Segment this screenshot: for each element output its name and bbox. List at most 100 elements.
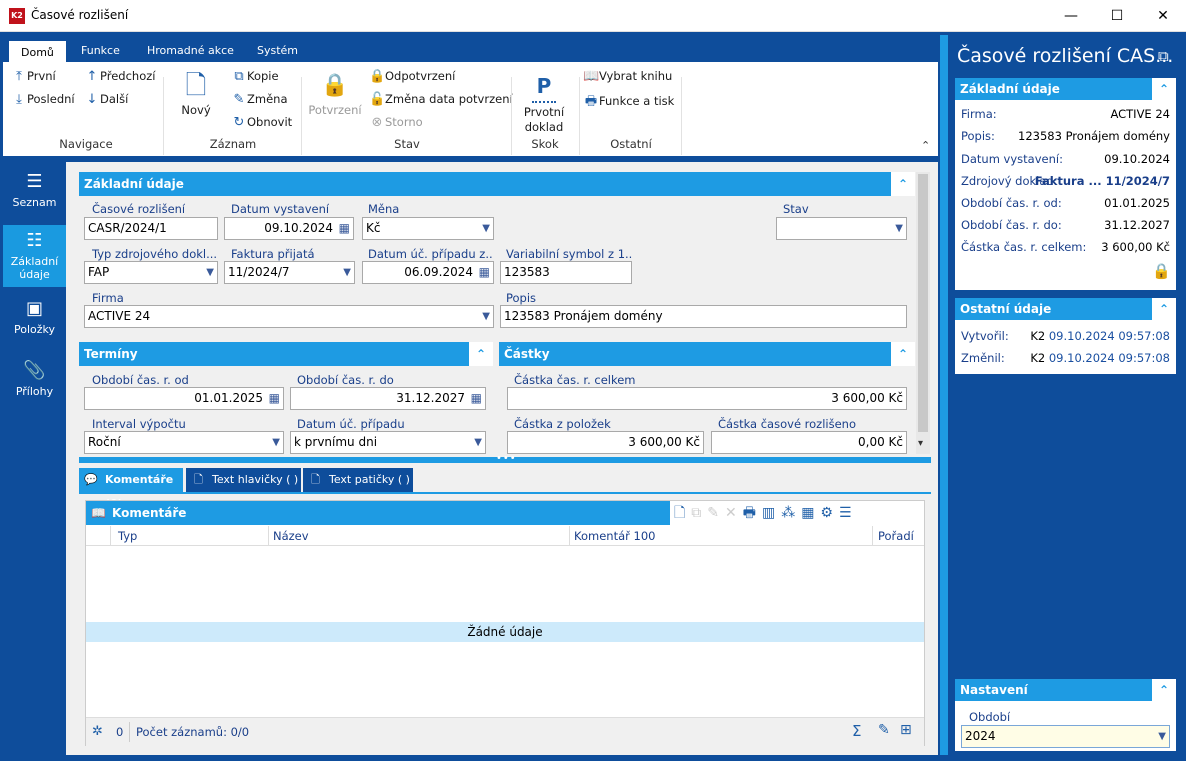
maximize-button[interactable]: ☐: [1094, 0, 1140, 32]
dropdown-icon[interactable]: ▼: [474, 432, 482, 453]
storno-button[interactable]: ⊗ Storno: [369, 115, 423, 130]
collapse-rp-other-icon[interactable]: ⌃: [1152, 298, 1176, 320]
dropdown-icon[interactable]: ▼: [895, 218, 903, 239]
nav-item-zakladni-udaje[interactable]: ☷ Základní údaje: [3, 225, 66, 287]
column-poradi[interactable]: Pořadí: [878, 529, 914, 543]
refresh-button[interactable]: ↻ Obnovit: [231, 115, 293, 130]
scrollbar-thumb[interactable]: [918, 174, 928, 432]
open-external-icon[interactable]: ⧉: [1158, 47, 1169, 65]
last-button[interactable]: ⤓ Poslední: [11, 92, 74, 107]
scroll-down-icon[interactable]: ▾: [918, 438, 923, 449]
row-selector-column: [86, 526, 111, 546]
datum-uc-select[interactable]: k prvnímu dni ▼: [290, 431, 486, 454]
dropdown-icon[interactable]: ▼: [206, 262, 214, 283]
unconfirm-button[interactable]: 🔒Odpotvrzení: [369, 69, 455, 84]
collapse-terminy-icon[interactable]: ⌃: [469, 342, 493, 366]
castka-rozliseno-field[interactable]: 0,00 Kč: [711, 431, 907, 454]
columns-icon[interactable]: ▦: [801, 505, 820, 521]
new-button[interactable]: 🗋 Nový: [173, 69, 219, 117]
interval-select[interactable]: Roční ▼: [84, 431, 284, 454]
chart-icon[interactable]: ▥: [762, 505, 781, 521]
castka-celkem-field[interactable]: 3 600,00 Kč: [507, 387, 907, 410]
collapse-basic-icon[interactable]: ⌃: [891, 172, 915, 196]
subtab-komentare[interactable]: 💬 Komentáře (0): [79, 468, 183, 510]
copy-icon[interactable]: ⧉: [691, 505, 707, 521]
casove-rozliseni-field[interactable]: CASR/2024/1: [84, 217, 218, 240]
tab-funkce[interactable]: Funkce: [69, 39, 132, 62]
left-navigation: ☰ Seznam ☷ Základní údaje ▣ Položky 📎 Př…: [3, 162, 66, 755]
nav-item-seznam[interactable]: ☰ Seznam: [3, 162, 66, 224]
popis-field[interactable]: 123583 Pronájem domény: [500, 305, 907, 328]
first-button[interactable]: ⤒ První: [11, 69, 56, 84]
change-button[interactable]: ✎ Změna: [231, 92, 288, 107]
dropdown-icon[interactable]: ▼: [343, 262, 351, 283]
castka-z-polozek-field[interactable]: 3 600,00 Kč: [507, 431, 704, 454]
previous-button[interactable]: ↑ Předchozí: [84, 69, 156, 84]
dropdown-icon[interactable]: ▼: [482, 218, 490, 239]
edit-icon[interactable]: ✎: [707, 505, 725, 521]
sum-icon[interactable]: Σ: [852, 722, 861, 740]
collapse-rp-basic-icon[interactable]: ⌃: [1152, 78, 1176, 100]
menu-icon[interactable]: ☰: [839, 505, 858, 521]
copy-button[interactable]: ⧉ Kopie: [231, 69, 278, 84]
new-icon[interactable]: 🗋: [674, 505, 691, 521]
add-record-icon[interactable]: ⊞: [900, 722, 912, 738]
subtab-text-paticky[interactable]: 🗋 Text patičky ( ): [303, 468, 413, 492]
panel-splitter[interactable]: [940, 35, 948, 755]
form-scrollbar[interactable]: ▾: [916, 172, 930, 454]
tab-domu[interactable]: Domů: [9, 39, 66, 62]
arrow-down-icon: ↓: [86, 92, 98, 107]
calendar-icon[interactable]: ▦: [471, 388, 482, 409]
dropdown-icon[interactable]: ▼: [272, 432, 280, 453]
snowflake-icon[interactable]: ✲: [92, 724, 103, 739]
close-button[interactable]: ✕: [1140, 0, 1186, 32]
tab-hromadne-akce[interactable]: Hromadné akce: [135, 39, 246, 62]
primary-document-button[interactable]: P Prvotní doklad: [517, 71, 571, 135]
obdobi-od-field[interactable]: 01.01.2025 ▦: [84, 387, 284, 410]
dropdown-icon[interactable]: ▼: [482, 306, 490, 327]
select-book-button[interactable]: 📖Vybrat knihu: [583, 69, 672, 84]
settings-gear-icon[interactable]: ⚙: [820, 505, 839, 521]
obdobi-select[interactable]: 2024 ▼: [961, 725, 1170, 748]
tree-icon[interactable]: ⁂: [781, 505, 801, 521]
mena-select[interactable]: Kč ▼: [362, 217, 494, 240]
stav-select[interactable]: ▼: [776, 217, 907, 240]
dropdown-icon[interactable]: ▼: [1158, 726, 1166, 747]
firma-select[interactable]: ACTIVE 24 ▼: [84, 305, 494, 328]
edit-icon[interactable]: ✎: [878, 722, 890, 738]
next-button[interactable]: ↓ Další: [84, 92, 129, 107]
collapse-castky-icon[interactable]: ⌃: [891, 342, 915, 366]
empty-message: Žádné údaje: [86, 622, 924, 642]
variabilni-symbol-field[interactable]: 123583: [500, 261, 632, 284]
faktura-prijata-select[interactable]: 11/2024/7 ▼: [224, 261, 355, 284]
tab-system[interactable]: Systém: [245, 39, 310, 62]
lock-icon: 🔒: [321, 73, 349, 98]
calendar-icon[interactable]: ▦: [479, 262, 490, 283]
column-nazev[interactable]: Název: [273, 529, 309, 543]
subtab-text-hlavicky[interactable]: 🗋 Text hlavičky ( ): [186, 468, 301, 492]
column-typ[interactable]: Typ: [118, 529, 137, 543]
rp-row-zdrojovy-doklad[interactable]: Zdrojový doklad: Faktura ... 11/2024/7: [955, 170, 1176, 192]
calendar-icon[interactable]: ▦: [269, 388, 280, 409]
splitter[interactable]: •••: [79, 453, 931, 464]
window-title: Časové rozlišení: [31, 8, 129, 22]
splitter-grip-icon: •••: [496, 453, 517, 464]
nav-item-prilohy[interactable]: 📎 Přílohy: [3, 351, 66, 413]
minimize-button[interactable]: —: [1048, 0, 1094, 32]
obdobi-do-field[interactable]: 31.12.2027 ▦: [290, 387, 486, 410]
group-separator: [301, 77, 302, 155]
datum-uc-z-field[interactable]: 06.09.2024 ▦: [362, 261, 494, 284]
print-icon[interactable]: 🖶: [743, 505, 762, 521]
functions-print-button[interactable]: 🖶 Funkce a tisk: [583, 92, 674, 114]
typ-zdrojoveho-select[interactable]: FAP ▼: [84, 261, 218, 284]
nav-item-polozky[interactable]: ▣ Položky: [3, 289, 66, 351]
datum-vystaveni-field[interactable]: 09.10.2024 ▦: [224, 217, 354, 240]
change-confirm-date-button[interactable]: 🔓Změna data potvrzení: [369, 92, 513, 107]
delete-icon[interactable]: ✕: [725, 505, 743, 521]
comments-toolbar: 🗋⧉✎✕🖶▥⁂▦⚙☰: [670, 501, 924, 525]
collapse-ribbon-icon[interactable]: ⌃: [921, 139, 930, 152]
column-komentar[interactable]: Komentář 100: [574, 529, 655, 543]
collapse-rp-settings-icon[interactable]: ⌃: [1152, 679, 1176, 701]
confirm-button[interactable]: 🔒 Potvrzení: [307, 69, 363, 117]
calendar-icon[interactable]: ▦: [339, 218, 350, 239]
